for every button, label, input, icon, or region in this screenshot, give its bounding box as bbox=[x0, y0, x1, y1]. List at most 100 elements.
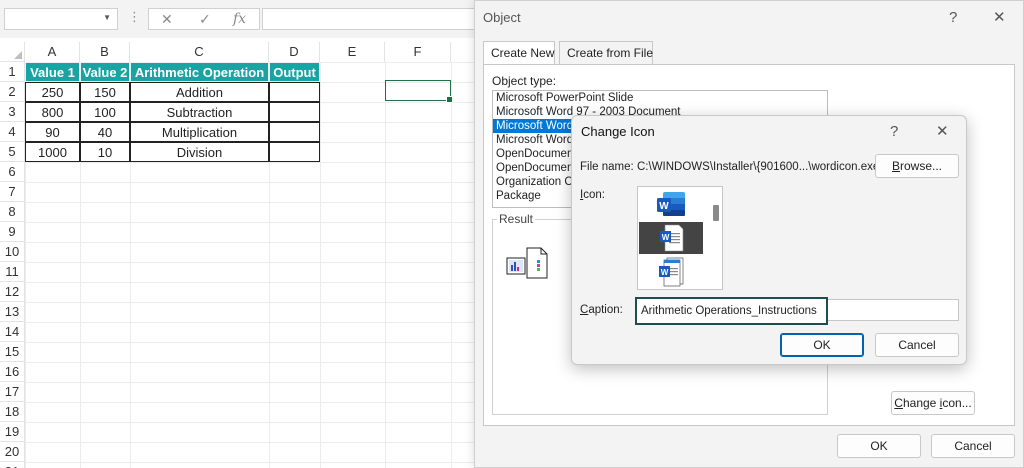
close-icon[interactable]: ✕ bbox=[993, 8, 1006, 26]
row-header-5[interactable]: 5 bbox=[0, 142, 25, 162]
help-icon[interactable]: ? bbox=[949, 9, 957, 26]
tab-create-from-file[interactable]: Create from File bbox=[559, 41, 653, 65]
row-header-2[interactable]: 2 bbox=[0, 82, 25, 102]
table-cell[interactable]: 150 bbox=[80, 82, 130, 102]
gridline bbox=[25, 162, 475, 163]
table-header-cell[interactable]: Value 2 bbox=[80, 62, 130, 82]
gridline bbox=[25, 322, 475, 323]
table-cell[interactable]: Division bbox=[130, 142, 269, 162]
tab-create-new[interactable]: Create New bbox=[483, 41, 555, 66]
change-icon-ok-button[interactable]: OK bbox=[780, 333, 864, 357]
word-icon: W bbox=[657, 192, 685, 216]
table-cell[interactable]: 250 bbox=[25, 82, 80, 102]
column-header-d[interactable]: D bbox=[269, 42, 320, 62]
column-header-c[interactable]: C bbox=[130, 42, 269, 62]
row-header-3[interactable]: 3 bbox=[0, 102, 25, 122]
select-all-corner[interactable] bbox=[0, 42, 25, 62]
row-header-4[interactable]: 4 bbox=[0, 122, 25, 142]
help-icon[interactable]: ? bbox=[890, 123, 898, 140]
table-cell[interactable]: 90 bbox=[25, 122, 80, 142]
table-cell[interactable]: 40 bbox=[80, 122, 130, 142]
gridline bbox=[25, 282, 475, 283]
icon-option-3[interactable]: W bbox=[639, 255, 703, 287]
row-header-21[interactable]: 21 bbox=[0, 462, 25, 468]
dialog-title: Object bbox=[483, 10, 521, 25]
table-cell[interactable]: Multiplication bbox=[130, 122, 269, 142]
more-options-icon[interactable]: ⋮ bbox=[128, 9, 141, 25]
object-type-item[interactable]: Microsoft PowerPoint Slide bbox=[493, 91, 827, 105]
table-cell[interactable]: 1000 bbox=[25, 142, 80, 162]
table-header-cell[interactable]: Output bbox=[269, 62, 320, 82]
row-header-16[interactable]: 16 bbox=[0, 362, 25, 382]
table-cell[interactable]: 800 bbox=[25, 102, 80, 122]
result-label: Result bbox=[497, 212, 536, 226]
column-header-b[interactable]: B bbox=[80, 42, 130, 62]
change-icon-cancel-button[interactable]: Cancel bbox=[875, 333, 959, 357]
icon-list[interactable]: W W W bbox=[637, 186, 723, 290]
row-header-1[interactable]: 1 bbox=[0, 62, 25, 82]
column-header-a[interactable]: A bbox=[25, 42, 80, 62]
caption-label: Caption: bbox=[580, 304, 623, 316]
gridline bbox=[25, 202, 475, 203]
column-header-e[interactable]: E bbox=[320, 42, 385, 62]
row-header-17[interactable]: 17 bbox=[0, 382, 25, 402]
table-header-cell[interactable]: Arithmetic Operation bbox=[130, 62, 269, 82]
table-cell[interactable] bbox=[269, 82, 320, 102]
gridline bbox=[25, 342, 475, 343]
table-cell[interactable] bbox=[269, 102, 320, 122]
row-header-19[interactable]: 19 bbox=[0, 422, 25, 442]
row-header-7[interactable]: 7 bbox=[0, 182, 25, 202]
file-name-label: File name: bbox=[580, 161, 634, 173]
browse-button[interactable]: Browse... bbox=[875, 154, 959, 178]
caption-input-extension[interactable] bbox=[828, 299, 959, 321]
enter-entry-icon[interactable]: ✓ bbox=[199, 11, 211, 28]
column-header-f[interactable]: F bbox=[385, 42, 451, 62]
selected-cell-f2[interactable] bbox=[385, 80, 453, 103]
gridline bbox=[25, 422, 475, 423]
gridline bbox=[25, 182, 475, 183]
word-glyph: W bbox=[662, 233, 670, 242]
row-header-18[interactable]: 18 bbox=[0, 402, 25, 422]
row-header-6[interactable]: 6 bbox=[0, 162, 25, 182]
caption-input[interactable]: Arithmetic Operations_Instructions bbox=[635, 297, 828, 325]
row-header-11[interactable]: 11 bbox=[0, 262, 25, 282]
row-header-8[interactable]: 8 bbox=[0, 202, 25, 222]
row-header-20[interactable]: 20 bbox=[0, 442, 25, 462]
table-cell[interactable]: Subtraction bbox=[130, 102, 269, 122]
gridline bbox=[25, 462, 475, 463]
gridline bbox=[25, 262, 475, 263]
formula-input[interactable] bbox=[262, 8, 482, 30]
word-document-icon: W bbox=[660, 224, 684, 252]
change-icon-button[interactable]: Change icon... bbox=[891, 391, 975, 415]
row-header-12[interactable]: 12 bbox=[0, 282, 25, 302]
close-icon[interactable]: ✕ bbox=[936, 122, 949, 140]
gridline bbox=[25, 242, 475, 243]
file-name-value: C:\WINDOWS\Installer\{901600...\wordicon… bbox=[637, 161, 880, 173]
icon-label: Icon: bbox=[580, 189, 605, 201]
table-header-cell[interactable]: Value 1 bbox=[25, 62, 80, 82]
cancel-entry-icon[interactable]: ✕ bbox=[161, 11, 173, 28]
row-header-9[interactable]: 9 bbox=[0, 222, 25, 242]
gridline bbox=[25, 222, 475, 223]
object-cancel-button[interactable]: Cancel bbox=[931, 434, 1015, 458]
insert-function-icon[interactable]: fx bbox=[233, 11, 246, 27]
word-glyph: W bbox=[659, 201, 669, 212]
table-cell[interactable] bbox=[269, 122, 320, 142]
icon-list-scrollbar[interactable] bbox=[713, 205, 719, 221]
word-glyph: W bbox=[661, 268, 669, 277]
row-header-10[interactable]: 10 bbox=[0, 242, 25, 262]
table-cell[interactable] bbox=[269, 142, 320, 162]
word-template-icon: W bbox=[659, 257, 684, 287]
table-cell[interactable]: 100 bbox=[80, 102, 130, 122]
table-cell[interactable]: 10 bbox=[80, 142, 130, 162]
row-header-14[interactable]: 14 bbox=[0, 322, 25, 342]
icon-option-1[interactable]: W bbox=[639, 189, 703, 221]
row-header-13[interactable]: 13 bbox=[0, 302, 25, 322]
row-header-15[interactable]: 15 bbox=[0, 342, 25, 362]
name-box[interactable]: ▼ bbox=[4, 8, 118, 30]
chevron-down-icon[interactable]: ▼ bbox=[103, 13, 111, 22]
icon-option-2-selected[interactable]: W bbox=[639, 222, 703, 254]
formula-buttons: ✕ ✓ fx bbox=[148, 8, 260, 30]
object-ok-button[interactable]: OK bbox=[837, 434, 921, 458]
table-cell[interactable]: Addition bbox=[130, 82, 269, 102]
